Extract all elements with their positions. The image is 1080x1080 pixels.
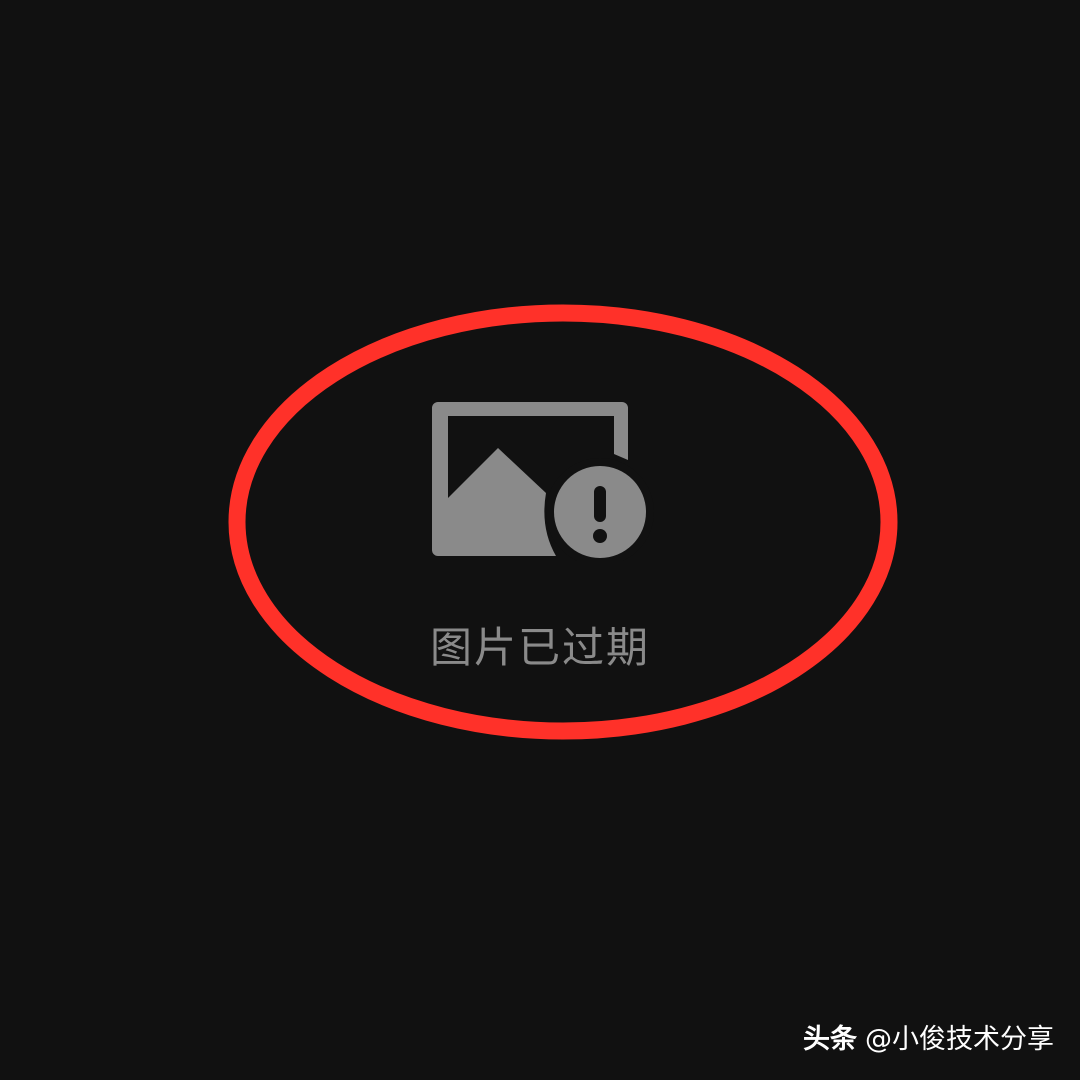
image-expired-icon (432, 402, 654, 562)
watermark: 头条 @小俊技术分享 (803, 1020, 1054, 1060)
screen: 图片已过期 头条 @小俊技术分享 (0, 0, 1080, 1080)
watermark-brand: 头条 (803, 1024, 857, 1055)
watermark-author: @小俊技术分享 (865, 1024, 1054, 1055)
expired-message: 图片已过期 (429, 623, 650, 672)
